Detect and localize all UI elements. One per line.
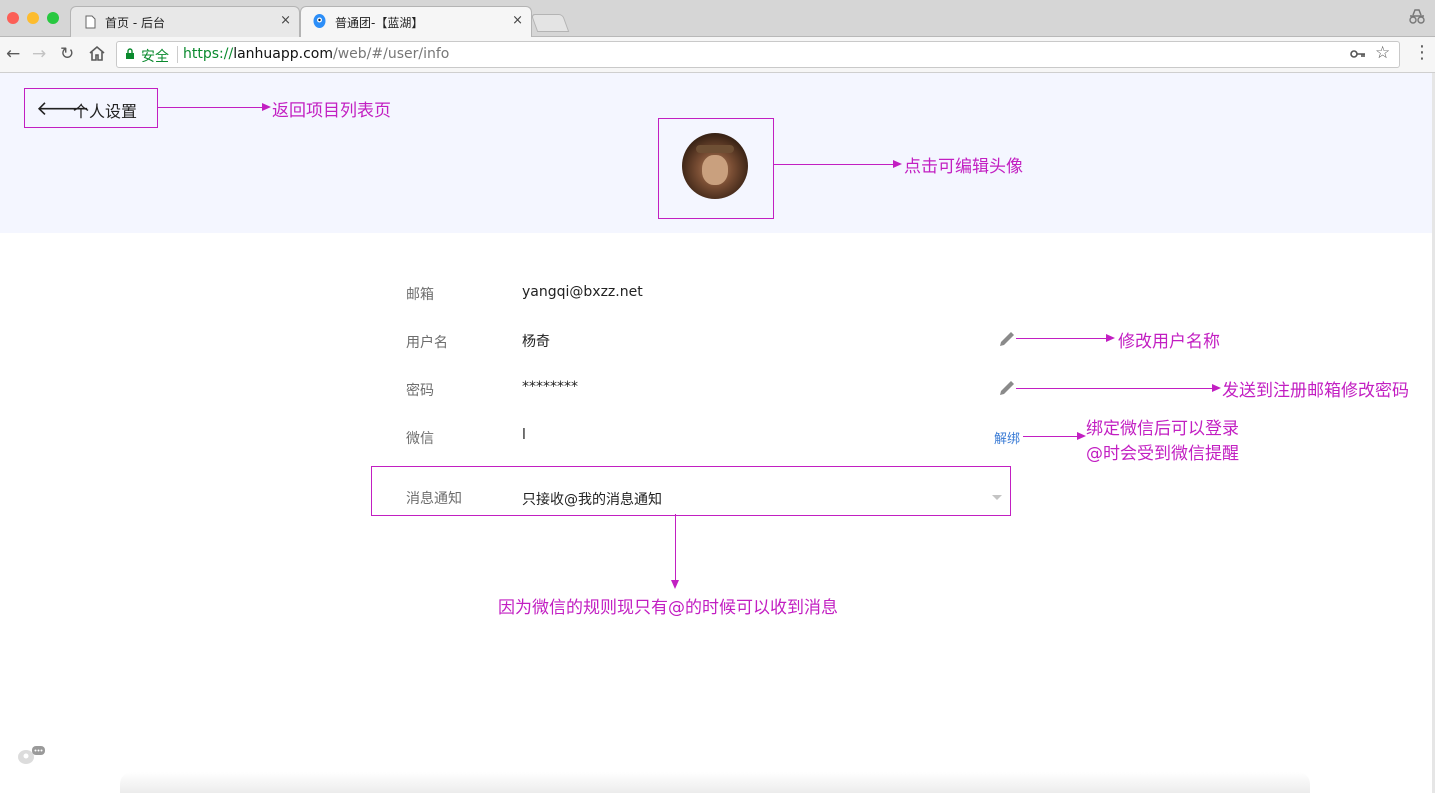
chevron-down-icon[interactable] bbox=[992, 495, 1002, 500]
chat-bubble-icon[interactable] bbox=[16, 744, 46, 766]
tab-home-admin[interactable]: 首页 - 后台 × bbox=[70, 6, 300, 37]
address-divider bbox=[177, 46, 178, 63]
annotation-arrowhead bbox=[671, 580, 679, 589]
annotation-username: 修改用户名称 bbox=[1118, 332, 1220, 352]
annotation-arrow bbox=[1016, 338, 1106, 339]
browser-tabstrip: 首页 - 后台 × 普通团-【蓝湖】 × bbox=[0, 0, 1435, 37]
annotation-arrow bbox=[773, 164, 893, 165]
menu-kebab-icon[interactable]: ⋮ bbox=[1413, 44, 1431, 62]
address-bar[interactable]: 安全 https://lanhuapp.com/web/#/user/info … bbox=[116, 41, 1400, 68]
secure-label: 安全 bbox=[141, 49, 169, 65]
incognito-icon bbox=[1409, 9, 1425, 24]
close-window-button[interactable] bbox=[7, 12, 19, 24]
tab-label: 普通团-【蓝湖】 bbox=[335, 16, 424, 30]
forward-nav-icon[interactable]: → bbox=[32, 45, 46, 63]
annotation-arrow bbox=[157, 107, 262, 108]
tab-lanhu[interactable]: 普通团-【蓝湖】 × bbox=[300, 6, 532, 37]
url-text[interactable]: https://lanhuapp.com/web/#/user/info bbox=[183, 46, 449, 62]
annotation-arrowhead bbox=[1106, 334, 1115, 342]
url-host: lanhuapp.com bbox=[233, 46, 333, 62]
avatar-headband bbox=[696, 145, 734, 153]
wechat-label: 微信 bbox=[406, 431, 434, 447]
tab-label: 首页 - 后台 bbox=[105, 16, 165, 30]
password-value: ******** bbox=[522, 379, 578, 395]
annotation-arrowhead bbox=[1212, 384, 1221, 392]
home-icon[interactable] bbox=[88, 45, 106, 62]
annotation-wechat-line1: 绑定微信后可以登录 bbox=[1086, 419, 1239, 439]
annotation-back: 返回项目列表页 bbox=[272, 101, 391, 121]
avatar-face bbox=[702, 155, 728, 185]
edit-username-pencil-icon[interactable] bbox=[998, 330, 1016, 348]
username-value: 杨奇 bbox=[522, 334, 550, 350]
email-label: 邮箱 bbox=[406, 287, 434, 303]
bookmark-star-icon[interactable]: ☆ bbox=[1375, 43, 1390, 63]
annotation-arrowhead bbox=[893, 160, 902, 168]
key-icon[interactable] bbox=[1350, 48, 1366, 60]
browser-toolbar: ← → ↻ 安全 https://lanhuapp.com/web/#/user… bbox=[0, 37, 1435, 73]
annotation-arrow bbox=[1016, 388, 1212, 389]
reload-icon[interactable]: ↻ bbox=[60, 45, 74, 63]
notification-select[interactable]: 只接收@我的消息通知 bbox=[522, 489, 662, 509]
url-scheme: https:// bbox=[183, 46, 234, 62]
page-title[interactable]: 个人设置 bbox=[73, 98, 137, 122]
notification-label: 消息通知 bbox=[406, 491, 462, 507]
maximize-window-button[interactable] bbox=[47, 12, 59, 24]
bottom-shadow bbox=[120, 772, 1310, 793]
tab-close-icon[interactable]: × bbox=[280, 13, 291, 28]
lock-icon bbox=[126, 48, 134, 59]
new-tab-button[interactable] bbox=[530, 14, 570, 32]
notification-annotation-box bbox=[371, 466, 1011, 516]
tab-close-icon[interactable]: × bbox=[512, 13, 523, 28]
annotation-avatar: 点击可编辑头像 bbox=[904, 157, 1023, 177]
password-label: 密码 bbox=[406, 383, 434, 399]
annotation-password: 发送到注册邮箱修改密码 bbox=[1222, 381, 1409, 401]
annotation-notification: 因为微信的规则现只有@的时候可以收到消息 bbox=[498, 598, 838, 618]
annotation-wechat-line2: @时会受到微信提醒 bbox=[1086, 444, 1239, 464]
page-icon bbox=[85, 15, 96, 29]
annotation-arrowhead bbox=[262, 103, 271, 111]
annotation-arrowhead bbox=[1077, 432, 1086, 440]
edit-password-pencil-icon[interactable] bbox=[998, 379, 1016, 397]
username-label: 用户名 bbox=[406, 335, 448, 351]
wechat-value: l bbox=[522, 427, 526, 443]
annotation-arrow bbox=[1023, 436, 1077, 437]
url-path: /web/#/user/info bbox=[332, 46, 450, 62]
annotation-arrow bbox=[675, 514, 676, 580]
minimize-window-button[interactable] bbox=[27, 12, 39, 24]
back-nav-icon[interactable]: ← bbox=[6, 45, 20, 63]
unbind-wechat-link[interactable]: 解绑 bbox=[994, 428, 1020, 447]
lanhu-logo-icon bbox=[313, 14, 326, 28]
avatar[interactable] bbox=[682, 133, 748, 199]
email-value: yangqi@bxzz.net bbox=[522, 284, 643, 300]
